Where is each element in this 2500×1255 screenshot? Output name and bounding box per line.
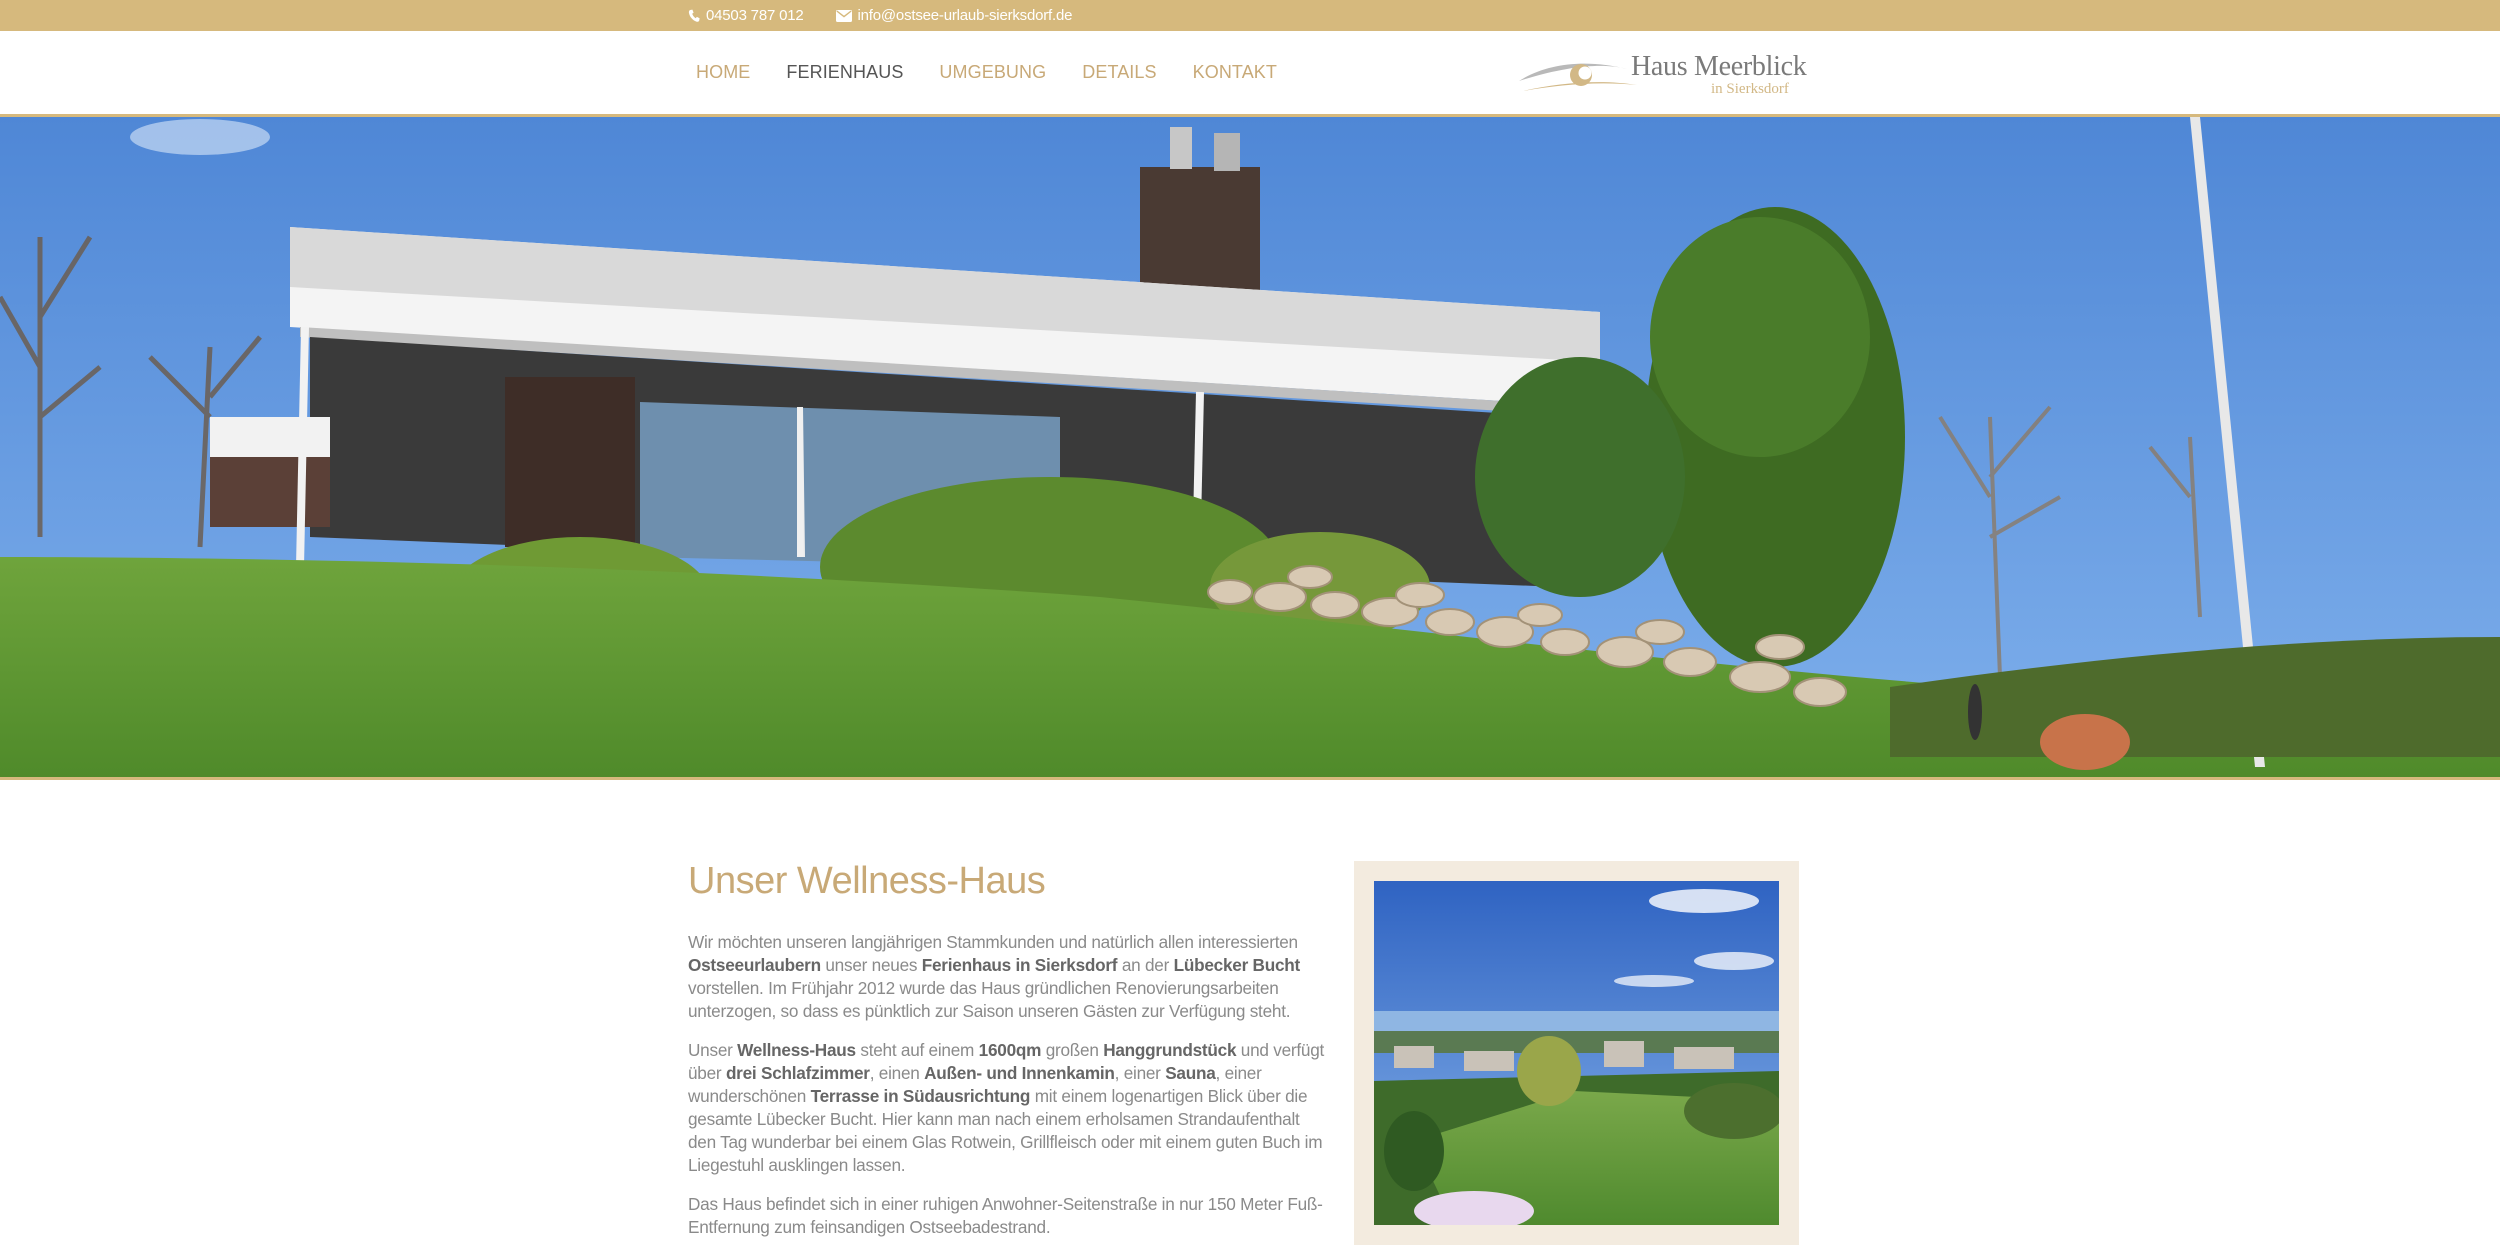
main-content: Unser Wellness-Haus Wir möchten unseren … [688, 860, 1328, 1255]
logo-title: Haus Meerblick [1631, 51, 1807, 82]
site-logo[interactable]: Haus Meerblick in Sierksdorf [1517, 41, 1807, 101]
contact-bar: 04503 787 012 info@ostsee-urlaub-sierksd… [0, 0, 2500, 31]
features-paragraph: Unser Wellness-Haus steht auf einem 1600… [688, 1040, 1325, 1175]
phone-number: 04503 787 012 [706, 7, 804, 24]
nav-umgebung[interactable]: UMGEBUNG [931, 56, 1054, 89]
photo-frame [1354, 861, 1799, 1245]
logo-subtitle: in Sierksdorf [1711, 81, 1789, 97]
phone-contact[interactable]: 04503 787 012 [688, 7, 804, 24]
main-nav: HOME FERIENHAUS UMGEBUNG DETAILS KONTAKT [688, 31, 1285, 114]
email-address: info@ostsee-urlaub-sierksdorf.de [857, 7, 1073, 24]
nav-kontakt[interactable]: KONTAKT [1185, 56, 1285, 89]
nav-home[interactable]: HOME [688, 56, 758, 89]
nav-ferienhaus[interactable]: FERIENHAUS [778, 56, 911, 89]
intro-paragraph: Wir möchten unseren langjährigen Stammku… [688, 932, 1300, 1021]
garden-view-photo[interactable] [1374, 881, 1779, 1225]
page-title: Unser Wellness-Haus [688, 860, 1046, 902]
location-paragraph: Das Haus befindet sich in einer ruhigen … [688, 1194, 1323, 1237]
email-contact[interactable]: info@ostsee-urlaub-sierksdorf.de [835, 7, 1073, 24]
contact-bar-inner: 04503 787 012 info@ostsee-urlaub-sierksd… [688, 0, 1072, 31]
phone-icon [688, 9, 700, 23]
site-header: HOME FERIENHAUS UMGEBUNG DETAILS KONTAKT… [0, 31, 2500, 117]
hero-image [0, 117, 2500, 780]
envelope-icon [835, 9, 852, 22]
nav-details[interactable]: DETAILS [1074, 56, 1164, 89]
